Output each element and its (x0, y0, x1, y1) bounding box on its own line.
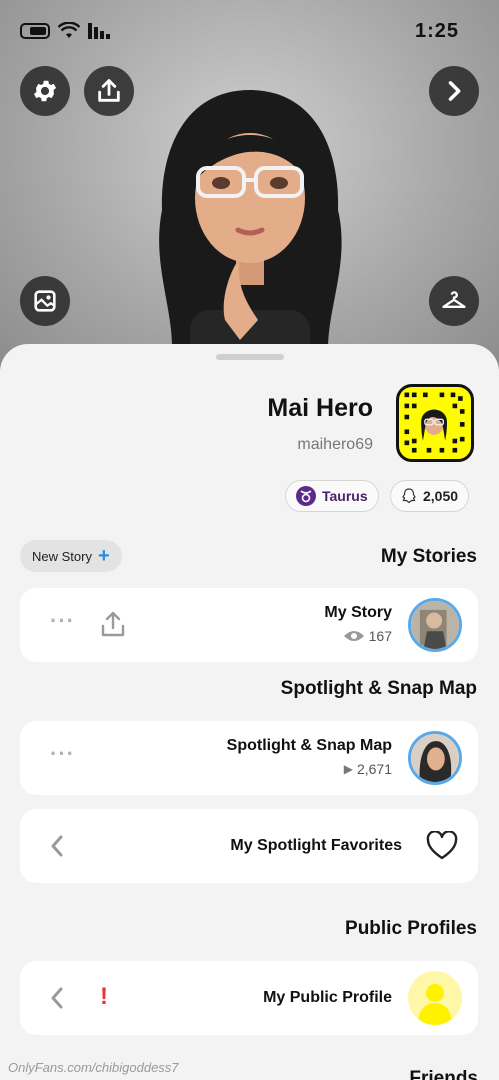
change-outfit-button[interactable] (429, 276, 479, 326)
new-story-label: New Story (32, 548, 92, 564)
share-button[interactable] (84, 66, 134, 116)
section-title-friends: Friends (409, 1068, 478, 1080)
section-title-my-stories: My Stories (380, 546, 477, 567)
watermark-text: OnlyFans.com/chibigoddess7 (8, 1060, 179, 1075)
status-time: 1:25 (414, 20, 459, 42)
signal-icon (88, 23, 110, 39)
hanger-icon (442, 291, 466, 308)
plus-icon: + (97, 545, 110, 567)
spotlight-plays: ▶ 2,671 (344, 761, 392, 777)
status-bar: 1:25 (0, 18, 499, 46)
image-icon (34, 290, 56, 312)
snapcode[interactable] (396, 384, 474, 462)
new-story-button[interactable]: New Story + (20, 540, 122, 572)
spotlight-thumbnail[interactable] (408, 731, 462, 785)
chevron-left-icon (50, 987, 64, 1014)
profile-username: maihero69 (297, 436, 373, 453)
my-story-views: 167 (343, 628, 392, 644)
alert-mark: ! (100, 983, 108, 1010)
zodiac-pill[interactable]: Taurus (285, 480, 379, 512)
more-options-icon[interactable]: ··· (50, 608, 75, 634)
wifi-icon (58, 22, 80, 38)
section-title-spotlight: Spotlight & Snap Map (280, 678, 477, 699)
share-icon (98, 79, 120, 102)
chevron-right-icon (448, 81, 461, 101)
spotlight-play-count: 2,671 (356, 761, 392, 777)
bitmoji-background-button[interactable] (20, 276, 70, 326)
my-story-view-count: 167 (368, 628, 392, 644)
snap-score-value: 2,050 (423, 488, 459, 504)
more-options-icon[interactable]: ··· (50, 741, 75, 767)
next-button[interactable] (429, 66, 479, 116)
bitmoji-hero: 1:25 (0, 0, 499, 370)
heart-icon (426, 830, 458, 866)
settings-button[interactable] (20, 66, 70, 116)
my-story-thumbnail[interactable] (408, 598, 462, 652)
bitmoji-avatar[interactable] (140, 80, 360, 370)
play-icon: ▶ (343, 762, 353, 776)
section-title-public-profiles: Public Profiles (345, 918, 477, 939)
chevron-left-icon (50, 835, 64, 862)
profile-display-name: Mai Hero (267, 394, 373, 422)
my-story-title: My Story (324, 604, 392, 621)
spotlight-title: Spotlight & Snap Map (226, 737, 392, 754)
ghost-icon (402, 488, 416, 504)
snap-score-pill[interactable]: 2,050 (390, 480, 470, 512)
zodiac-label: Taurus (322, 488, 368, 504)
spotlight-snap-map-card[interactable]: Spotlight & Snap Map ▶ 2,671 ··· (20, 721, 478, 795)
share-icon (101, 611, 125, 637)
alert-icon: ! (100, 983, 108, 1011)
spotlight-favorites-label: My Spotlight Favorites (230, 837, 402, 854)
gear-icon (33, 80, 57, 102)
sheet-drag-handle[interactable] (216, 354, 284, 360)
public-profile-avatar (408, 971, 462, 1025)
spotlight-favorites-card[interactable]: My Spotlight Favorites (20, 809, 478, 883)
share-story-button[interactable] (100, 610, 126, 643)
eye-icon (343, 631, 364, 641)
public-profile-label: My Public Profile (263, 989, 392, 1006)
status-icons (20, 22, 112, 40)
battery-icon (20, 23, 50, 39)
my-story-card[interactable]: My Story 167 ··· (20, 588, 478, 662)
profile-sheet: Mai Hero maihero69 2,050 Taurus My Stori… (0, 344, 499, 1080)
public-profile-card[interactable]: My Public Profile ! (20, 961, 478, 1035)
taurus-icon (296, 486, 316, 506)
